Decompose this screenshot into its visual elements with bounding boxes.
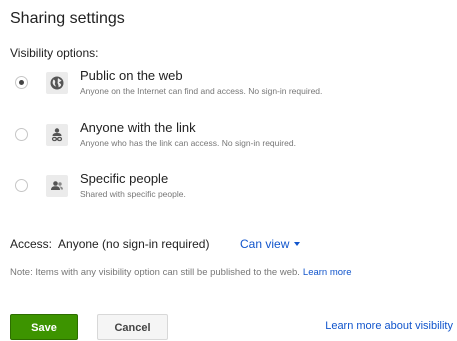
learn-more-link[interactable]: Learn more <box>303 267 352 278</box>
globe-icon <box>46 72 68 94</box>
option-specific-people[interactable]: Specific people Shared with specific peo… <box>0 171 457 205</box>
radio-public-on-web[interactable] <box>15 76 28 89</box>
save-button[interactable]: Save <box>10 314 78 340</box>
option-description: Anyone on the Internet can find and acce… <box>80 86 323 96</box>
cancel-button[interactable]: Cancel <box>97 314 168 340</box>
access-label: Access: <box>10 237 53 251</box>
option-description: Anyone who has the link can access. No s… <box>80 138 296 148</box>
chevron-down-icon <box>294 241 301 246</box>
link-person-icon <box>46 124 68 146</box>
permission-dropdown[interactable]: Can view <box>240 237 301 251</box>
option-description: Shared with specific people. <box>80 189 186 199</box>
visibility-options-label: Visibility options: <box>10 46 99 60</box>
people-icon <box>46 175 68 197</box>
learn-more-about-visibility-link[interactable]: Learn more about visibility <box>325 320 453 332</box>
permission-value: Can view <box>240 237 290 251</box>
radio-anyone-with-link[interactable] <box>15 128 28 141</box>
option-anyone-with-link[interactable]: Anyone with the link Anyone who has the … <box>0 120 457 154</box>
access-value: Anyone (no sign-in required) <box>58 237 210 251</box>
option-title: Anyone with the link <box>80 120 196 135</box>
option-public-on-web[interactable]: Public on the web Anyone on the Internet… <box>0 68 457 102</box>
option-title: Specific people <box>80 171 169 186</box>
note-text: Note: Items with any visibility option c… <box>10 267 300 278</box>
visibility-note: Note: Items with any visibility option c… <box>10 267 352 278</box>
dialog-title: Sharing settings <box>10 10 125 27</box>
option-title: Public on the web <box>80 68 183 83</box>
radio-specific-people[interactable] <box>15 179 28 192</box>
access-summary: Access: Anyone (no sign-in required) <box>10 237 209 251</box>
